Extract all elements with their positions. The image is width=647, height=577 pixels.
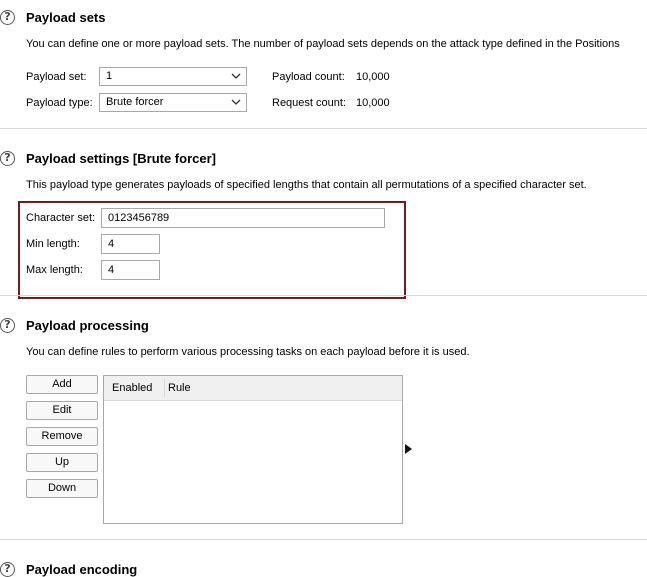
max-length-input[interactable]: 4 (101, 260, 160, 280)
help-icon[interactable]: ? (0, 562, 15, 577)
payload-processing-description: You can define rules to perform various … (26, 346, 470, 358)
payload-type-label: Payload type: (26, 97, 93, 109)
min-length-input[interactable]: 4 (101, 234, 160, 254)
table-header: Enabled Rule (104, 376, 402, 401)
payload-type-select[interactable]: Brute forcer (99, 93, 247, 112)
section-title-payload-sets: Payload sets (26, 10, 106, 25)
max-length-label: Max length: (26, 264, 83, 276)
down-button[interactable]: Down (26, 479, 98, 498)
payload-count-label: Payload count: (272, 71, 345, 83)
processing-rules-table[interactable]: Enabled Rule (103, 375, 403, 524)
add-button[interactable]: Add (26, 375, 98, 394)
min-length-label: Min length: (26, 238, 80, 250)
chevron-down-icon (231, 99, 241, 105)
section-divider (0, 128, 647, 129)
request-count-value: 10,000 (356, 97, 390, 109)
section-divider (0, 539, 647, 540)
section-divider (0, 295, 647, 296)
section-title-payload-encoding: Payload encoding (26, 562, 138, 577)
payload-count-value: 10,000 (356, 71, 390, 83)
character-set-input[interactable]: 0123456789 (101, 208, 385, 228)
section-title-payload-processing: Payload processing (26, 318, 149, 333)
payload-type-value: Brute forcer (106, 96, 164, 108)
help-icon[interactable]: ? (0, 151, 15, 166)
payload-set-value: 1 (106, 70, 113, 82)
help-icon[interactable]: ? (0, 318, 15, 333)
character-set-label: Character set: (26, 212, 96, 224)
column-header-enabled[interactable]: Enabled (112, 376, 152, 400)
up-button[interactable]: Up (26, 453, 98, 472)
column-separator (164, 379, 165, 397)
expand-arrow-icon[interactable] (404, 443, 414, 455)
column-header-rule[interactable]: Rule (168, 376, 191, 400)
section-title-payload-settings: Payload settings [Brute forcer] (26, 151, 216, 166)
remove-button[interactable]: Remove (26, 427, 98, 446)
payload-sets-description: You can define one or more payload sets.… (26, 38, 620, 50)
payload-set-select[interactable]: 1 (99, 67, 247, 86)
edit-button[interactable]: Edit (26, 401, 98, 420)
help-icon[interactable]: ? (0, 10, 15, 25)
payload-settings-description: This payload type generates payloads of … (26, 179, 587, 191)
chevron-down-icon (231, 73, 241, 79)
payload-set-label: Payload set: (26, 71, 87, 83)
request-count-label: Request count: (272, 97, 346, 109)
